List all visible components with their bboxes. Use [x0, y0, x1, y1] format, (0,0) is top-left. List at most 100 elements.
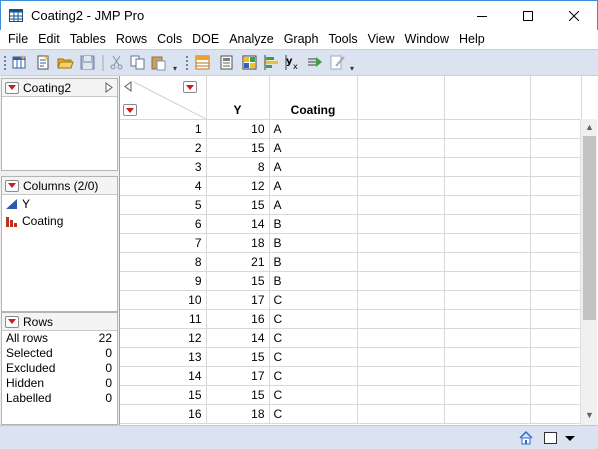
row-number[interactable]: 10 — [120, 290, 207, 310]
table-row[interactable]: 2 15 A — [120, 138, 582, 158]
row-number[interactable]: 13 — [120, 347, 207, 367]
table-row[interactable]: 11 16 C — [120, 309, 582, 329]
cell-coating[interactable]: A — [269, 157, 358, 177]
menu-edit[interactable]: Edit — [33, 30, 65, 49]
dropdown-arrow-icon[interactable] — [562, 430, 578, 446]
cell-y[interactable]: 14 — [206, 328, 270, 348]
edit-icon[interactable] — [329, 54, 346, 71]
row-number[interactable]: 12 — [120, 328, 207, 348]
home-icon[interactable] — [518, 430, 534, 446]
cell-coating[interactable]: C — [269, 347, 358, 367]
menu-view[interactable]: View — [363, 30, 400, 49]
red-triangle-menu-icon[interactable] — [5, 315, 19, 328]
bar-chart-icon[interactable] — [263, 54, 280, 71]
cell-coating[interactable]: C — [269, 290, 358, 310]
row-number[interactable]: 14 — [120, 366, 207, 386]
row-number[interactable]: 8 — [120, 252, 207, 272]
toolbar-overflow-icon[interactable]: ▾ — [173, 64, 177, 73]
menu-analyze[interactable]: Analyze — [224, 30, 278, 49]
scrollbar-thumb[interactable] — [583, 136, 596, 320]
column-header-coating[interactable]: Coating — [269, 76, 358, 120]
cell-coating[interactable]: C — [269, 385, 358, 405]
menu-help[interactable]: Help — [454, 30, 490, 49]
cell-y[interactable]: 12 — [206, 176, 270, 196]
row-number[interactable]: 16 — [120, 404, 207, 424]
row-number[interactable]: 15 — [120, 385, 207, 405]
open-icon[interactable] — [57, 54, 74, 71]
window-list-icon[interactable] — [543, 430, 559, 446]
cell-y[interactable]: 15 — [206, 271, 270, 291]
menu-window[interactable]: Window — [400, 30, 454, 49]
table-row[interactable]: 38A — [120, 157, 582, 177]
table-row[interactable]: 1 10 A — [120, 119, 582, 139]
red-triangle-menu-icon[interactable] — [183, 81, 197, 93]
scroll-up-icon[interactable]: ▲ — [585, 123, 594, 132]
maximize-button[interactable] — [505, 1, 551, 31]
table-row[interactable]: 8 21 B — [120, 252, 582, 272]
cell-y[interactable]: 10 — [206, 119, 270, 139]
cell-coating[interactable]: A — [269, 176, 358, 196]
row-number[interactable]: 2 — [120, 138, 207, 158]
row-number[interactable]: 11 — [120, 309, 207, 329]
menu-file[interactable]: File — [3, 30, 33, 49]
table-row[interactable]: 15 15 C — [120, 385, 582, 405]
table-row[interactable]: 7 18 B — [120, 233, 582, 253]
cell-y[interactable]: 15 — [206, 138, 270, 158]
menu-doe[interactable]: DOE — [187, 30, 224, 49]
paste-icon[interactable] — [150, 54, 167, 71]
column-item-coating[interactable]: Coating — [2, 212, 117, 229]
table-row[interactable]: 6 14 B — [120, 214, 582, 234]
menu-cols[interactable]: Cols — [152, 30, 187, 49]
row-number[interactable]: 1 — [120, 119, 207, 139]
cell-coating[interactable]: B — [269, 214, 358, 234]
cell-coating[interactable]: C — [269, 309, 358, 329]
minimize-button[interactable] — [459, 1, 505, 31]
menu-tables[interactable]: Tables — [65, 30, 111, 49]
cell-coating[interactable]: B — [269, 271, 358, 291]
scroll-down-icon[interactable]: ▼ — [585, 411, 594, 420]
red-triangle-menu-icon[interactable] — [5, 81, 19, 94]
new-data-table-icon[interactable] — [11, 54, 28, 71]
cell-y[interactable]: 15 — [206, 195, 270, 215]
row-number[interactable]: 6 — [120, 214, 207, 234]
row-number[interactable]: 3 — [120, 157, 207, 177]
journal-icon[interactable] — [218, 54, 235, 71]
cell-y[interactable]: 18 — [206, 233, 270, 253]
run-script-icon[interactable] — [307, 54, 324, 71]
vertical-scrollbar[interactable]: ▲ ▼ — [580, 119, 597, 425]
row-number[interactable]: 9 — [120, 271, 207, 291]
new-script-icon[interactable] — [35, 54, 52, 71]
toolbar-overflow-icon[interactable]: ▾ — [350, 64, 354, 73]
table-row[interactable]: 14 17 C — [120, 366, 582, 386]
menu-graph[interactable]: Graph — [279, 30, 324, 49]
row-number[interactable]: 7 — [120, 233, 207, 253]
column-header-y[interactable]: Y — [206, 76, 270, 120]
cell-coating[interactable]: A — [269, 138, 358, 158]
data-table-icon[interactable] — [194, 54, 211, 71]
layout-icon[interactable] — [241, 54, 258, 71]
cell-y[interactable]: 16 — [206, 309, 270, 329]
table-row[interactable]: 9 15 B — [120, 271, 582, 291]
cell-coating[interactable]: B — [269, 252, 358, 272]
cell-y[interactable]: 17 — [206, 290, 270, 310]
save-icon[interactable] — [79, 54, 96, 71]
table-row[interactable]: 4 12 A — [120, 176, 582, 196]
column-item-y[interactable]: Y — [2, 195, 117, 212]
red-triangle-menu-icon[interactable] — [5, 179, 19, 192]
formula-icon[interactable]: yx — [285, 54, 302, 71]
cell-coating[interactable]: A — [269, 119, 358, 139]
cell-y[interactable]: 17 — [206, 366, 270, 386]
cell-y[interactable]: 15 — [206, 347, 270, 367]
cell-coating[interactable]: C — [269, 328, 358, 348]
table-row[interactable]: 5 15 A — [120, 195, 582, 215]
close-button[interactable] — [551, 1, 597, 31]
menu-tools[interactable]: Tools — [323, 30, 362, 49]
table-row[interactable]: 12 14 C — [120, 328, 582, 348]
row-number[interactable]: 4 — [120, 176, 207, 196]
cut-icon[interactable] — [108, 54, 125, 71]
table-row[interactable]: 10 17 C — [120, 290, 582, 310]
cell-y[interactable]: 15 — [206, 385, 270, 405]
collapse-arrow-icon[interactable] — [105, 82, 113, 93]
cell-coating[interactable]: B — [269, 233, 358, 253]
cell-coating[interactable]: A — [269, 195, 358, 215]
